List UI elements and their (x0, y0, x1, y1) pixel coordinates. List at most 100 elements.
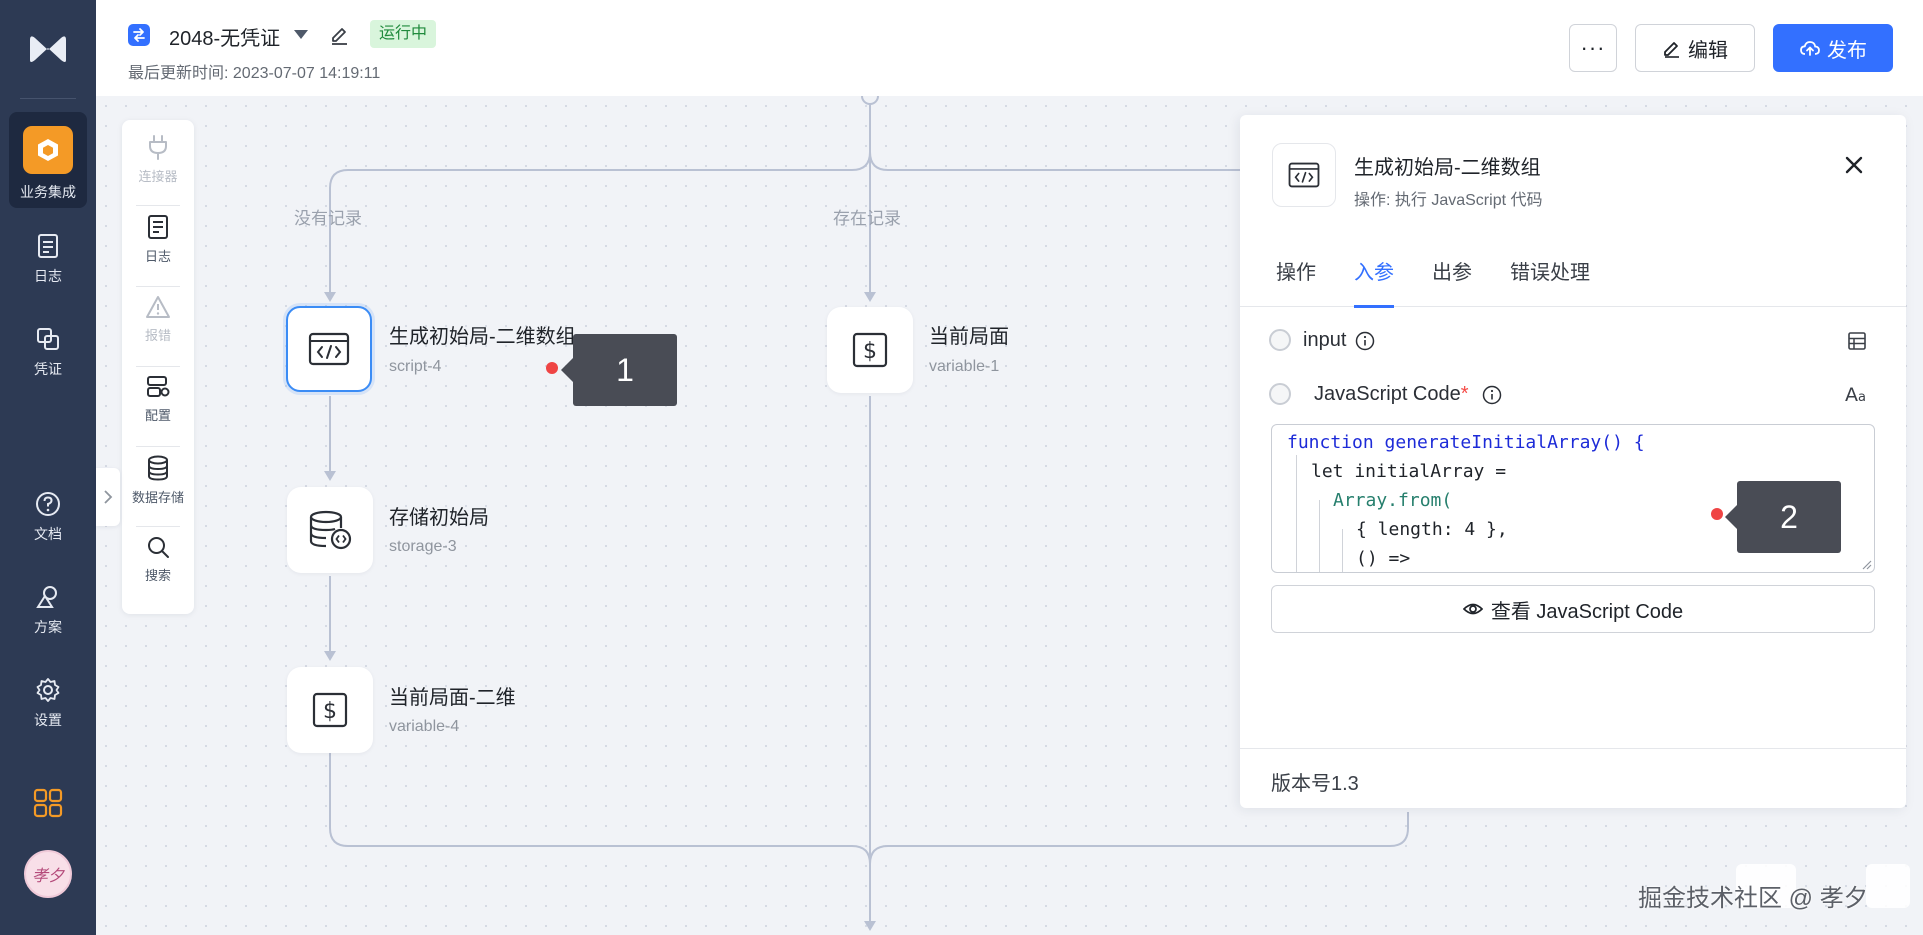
callout-1: 1 (561, 334, 677, 406)
cloud-upload-icon (1800, 41, 1820, 56)
more-button[interactable]: ··· (1569, 24, 1617, 72)
node-title: 存储初始局 (389, 507, 489, 529)
node-variable-1[interactable]: $ (827, 307, 913, 393)
node-script-4[interactable] (286, 306, 372, 392)
last-updated-label: 最后更新时间: (128, 65, 229, 82)
code-line-text: Array.from( (1333, 490, 1453, 511)
nav-item-integration[interactable]: 业务集成 (9, 112, 87, 208)
plug-icon (149, 135, 167, 160)
chevron-right-icon (104, 490, 113, 504)
nav-item-log[interactable]: 日志 (9, 232, 87, 328)
tab-input-params[interactable]: 入参 (1354, 247, 1394, 308)
database-icon (148, 455, 168, 481)
edit-label: 编辑 (1688, 39, 1728, 62)
node-title: 当前局面 (929, 326, 1009, 348)
variable-icon: $ (312, 692, 348, 728)
tool-log[interactable]: 日志 (122, 200, 194, 280)
code-icon (1288, 162, 1320, 188)
indent-guide (1342, 529, 1343, 572)
nav-label: 凭证 (34, 361, 62, 377)
apps-grid-icon[interactable] (33, 788, 63, 818)
nav-item-solutions[interactable]: 方案 (9, 583, 87, 679)
code-line: { length: 4 }, (1356, 519, 1508, 540)
indent-guide (1296, 455, 1297, 572)
node-detail-panel: 生成初始局-二维数组 操作: 执行 JavaScript 代码 操作 入参 出参… (1240, 115, 1906, 808)
code-line-text: () => (1356, 548, 1411, 569)
tool-errors[interactable]: 报错 (122, 281, 194, 361)
info-icon[interactable] (1355, 331, 1375, 351)
edit-button[interactable]: 编辑 (1635, 24, 1755, 72)
edge-branch-left (329, 151, 871, 292)
arrow-head (324, 471, 336, 481)
svg-text:a: a (1858, 390, 1866, 405)
code-field-label: JavaScript Code* (1314, 383, 1469, 406)
toolbox-expand-tab[interactable] (96, 468, 120, 526)
table-mode-icon[interactable] (1847, 331, 1867, 351)
watermark: 掘金技术社区 @ 孝夕 (1638, 885, 1868, 912)
indent-guide (1319, 500, 1320, 572)
code-line: let initialArray = (1311, 461, 1506, 482)
nav-label: 文档 (34, 526, 62, 542)
node-variable-4[interactable]: $ (287, 667, 373, 753)
nav-divider (20, 98, 76, 99)
publish-button[interactable]: 发布 (1773, 24, 1893, 72)
flow-connector-dot (861, 96, 879, 105)
tool-connector[interactable]: 连接器 (122, 120, 194, 200)
rename-pen-icon[interactable] (328, 23, 350, 45)
arrow-head (864, 921, 876, 931)
flow-title[interactable]: 2048-无凭证 (169, 22, 280, 51)
code-line: function generateInitialArray() { (1287, 432, 1645, 453)
code-line: () => (1356, 548, 1410, 569)
credential-icon (37, 328, 59, 350)
last-updated-time: 2023-07-07 14:19:11 (232, 65, 381, 82)
solution-icon (36, 586, 57, 608)
text-mode-icon[interactable]: Aa (1844, 383, 1870, 405)
info-icon[interactable] (1482, 385, 1502, 405)
config-icon (147, 376, 170, 397)
code-line: Array.from( (1333, 490, 1452, 511)
branch-label-no-record: 没有记录 (294, 209, 362, 228)
node-id: variable-4 (389, 718, 460, 735)
edge-right-to-merge (869, 812, 1409, 865)
nav-item-docs[interactable]: 文档 (9, 490, 87, 586)
log-icon (38, 234, 58, 258)
tab-output-params[interactable]: 出参 (1432, 247, 1472, 307)
panel-tabs: 操作 入参 出参 错误处理 (1240, 247, 1906, 308)
fit-view-button[interactable] (1866, 864, 1910, 908)
code-field-radio[interactable] (1269, 383, 1291, 405)
resize-handle-icon[interactable] (1862, 560, 1872, 570)
tool-label: 日志 (144, 249, 171, 264)
chevron-down-icon[interactable] (294, 30, 308, 39)
svg-text:A: A (1845, 384, 1858, 405)
edge-variable-to-merge (329, 752, 871, 865)
variable-icon: $ (852, 332, 888, 368)
more-icon: ··· (1580, 35, 1606, 60)
tool-search[interactable]: 搜索 (122, 521, 194, 601)
avatar[interactable]: 孝夕 (24, 850, 72, 898)
tool-data-storage[interactable]: 数据存储 (122, 441, 194, 521)
tool-label: 连接器 (138, 169, 178, 184)
callout-marker-dot (1711, 508, 1723, 520)
help-icon (36, 492, 60, 516)
node-storage-3[interactable] (287, 487, 373, 573)
flow-icon (128, 24, 150, 46)
settings-icon (36, 678, 60, 702)
tab-operation[interactable]: 操作 (1276, 247, 1316, 307)
view-code-button[interactable]: 查看 JavaScript Code (1271, 585, 1875, 633)
panel-footer: 版本号1.3 (1240, 748, 1906, 808)
edit-icon (1664, 42, 1679, 58)
input-field-radio[interactable] (1269, 329, 1291, 351)
tool-config[interactable]: 配置 (122, 361, 194, 441)
tab-error-handling[interactable]: 错误处理 (1510, 247, 1590, 307)
tool-label: 配置 (144, 408, 171, 423)
code-icon (308, 332, 350, 366)
search-icon (148, 537, 169, 558)
arrow-head (324, 292, 336, 302)
nav-item-credential[interactable]: 凭证 (9, 325, 87, 421)
close-icon[interactable] (1840, 151, 1868, 179)
svg-text:$: $ (323, 699, 337, 724)
nav-item-settings[interactable]: 设置 (9, 676, 87, 772)
eye-icon (1462, 603, 1483, 615)
nav-label: 日志 (34, 268, 62, 284)
warning-icon (146, 296, 170, 318)
